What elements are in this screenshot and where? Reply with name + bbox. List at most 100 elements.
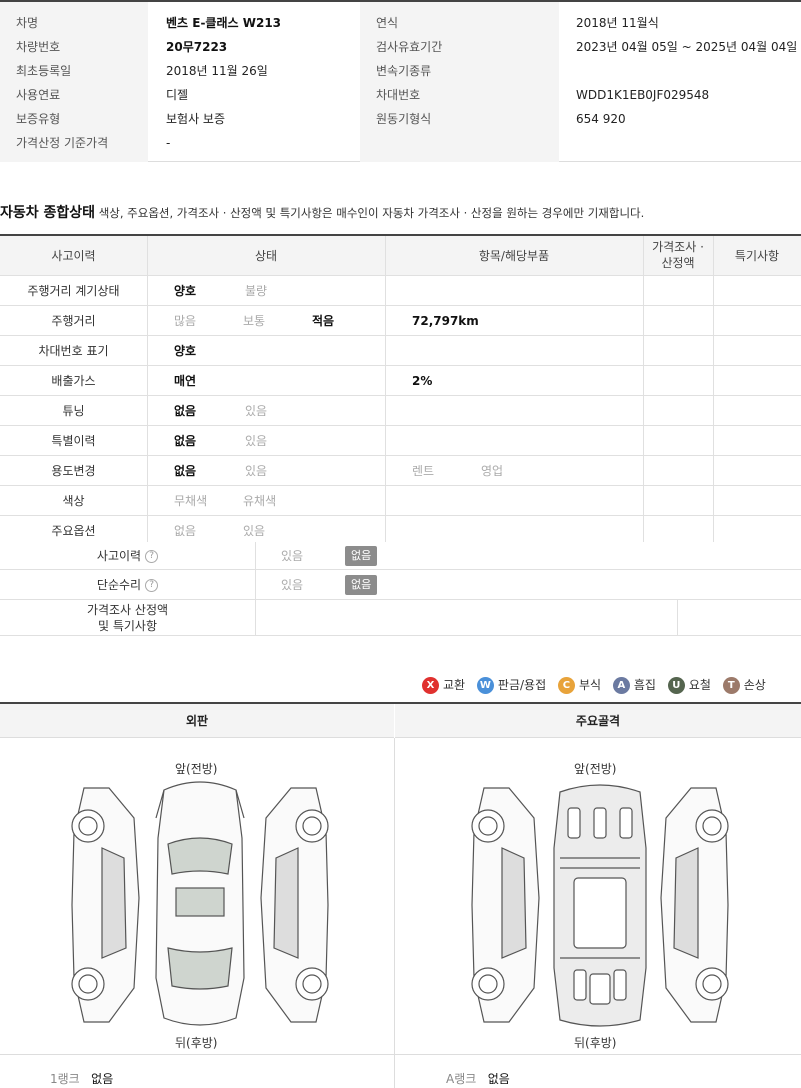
legend-scratch: A 흠집 [612,676,656,694]
opt-smoke: 매연 [174,374,197,388]
rank-divider [0,1054,801,1055]
info-label-engine: 원동기형식 [376,112,432,126]
legend-damage: T 손상 [722,676,766,694]
opt-present: 있음 [245,464,268,478]
frame-rear-label: 뒤(후방) [574,1036,617,1050]
legend-welding: W 판금/용접 [476,676,547,694]
accident-yes: 있음 [281,549,304,563]
opt-few: 적음 [312,314,335,328]
opt-none: 없음 [174,434,197,448]
legend-label: 흠집 [633,678,656,692]
row-label-odometer-state: 주행거리 계기상태 [27,284,120,298]
column-divider [385,236,386,542]
legend-label: 요철 [688,678,711,692]
opt-none: 없음 [174,404,197,418]
info-value-model: 벤츠 E-클래스 W213 [166,16,282,30]
column-divider [255,542,256,636]
column-divider [677,600,678,636]
exterior-rear-label: 뒤(후방) [175,1036,218,1050]
legend-label: 교환 [443,678,466,692]
repair-label-cell: 단순수리? [0,570,255,600]
row-label-vin-mark: 차대번호 표기 [38,344,109,358]
car-diagram-section: 외판 주요골격 앞(전방) 뒤(후방) 앞(전방) 뒤(후방) 1랭크 없음 A… [0,702,801,1088]
column-divider [643,236,644,542]
header-price-line1: 가격조사 · [652,240,704,254]
opt-present: 있음 [245,434,268,448]
exterior-rank-label: 1랭크 [50,1072,80,1086]
usage-business: 영업 [481,464,504,478]
frame-title: 주요골격 [395,704,801,738]
info-value-fuel: 디젤 [166,88,189,102]
info-label-transmission: 변속기종류 [376,64,432,78]
info-label-plate: 차량번호 [16,40,61,54]
legend-label: 판금/용접 [497,678,547,692]
info-value-inspection: 2023년 04월 05일 ~ 2025년 04월 04일 [576,40,798,54]
column-divider [147,236,148,542]
exterior-title: 외판 [0,704,394,738]
section-heading: 자동차 종합상태 색상, 주요옵션, 가격조사 · 산정액 및 특기사항은 매수… [0,202,801,222]
panel-divider [394,738,395,1088]
corrosion-icon: C [557,677,575,694]
dent-icon: U [667,677,685,694]
opt-good: 양호 [174,284,197,298]
row-label-tuning: 튜닝 [62,404,85,418]
info-value-first-reg: 2018년 11월 26일 [166,64,268,78]
info-label-fuel: 사용연료 [16,88,61,102]
frame-rank-value: 없음 [487,1072,510,1086]
exterior-car-diagram[interactable] [64,778,336,1032]
help-icon[interactable]: ? [145,579,159,592]
legend-corrosion: C 부식 [557,676,602,694]
exterior-front-label: 앞(전방) [175,762,218,776]
legend-dent: U 요철 [667,676,711,694]
welding-icon: W [476,677,494,694]
info-value-warranty: 보험사 보증 [166,112,226,126]
info-label-base-price: 가격산정 기준가격 [16,136,109,150]
info-label-first-reg: 최초등록일 [16,64,72,78]
header-special: 특기사항 [734,249,780,263]
frame-front-label: 앞(전방) [574,762,617,776]
legend-exchange: X 교환 [422,676,465,694]
row-label-mileage: 주행거리 [51,314,96,328]
opt-present: 있음 [245,404,268,418]
usage-rent: 렌트 [412,464,435,478]
header-state: 상태 [254,249,278,263]
info-label-vin: 차대번호 [376,88,421,102]
price-note-label: 가격조사 산정액 및 특기사항 [0,602,255,634]
section-title: 자동차 종합상태 [0,205,96,221]
repair-no-badge: 없음 [345,575,378,595]
repair-yes: 있음 [281,578,304,592]
price-note-line2: 및 특기사항 [97,619,157,633]
frame-car-diagram[interactable] [464,778,736,1032]
info-value-plate: 20무7223 [166,40,228,54]
info-value-base-price: - [166,136,171,150]
row-label-emission: 배출가스 [51,374,96,388]
exterior-rank: 1랭크 없음 [50,1070,113,1087]
damage-legend: X 교환 W 판금/용접 C 부식 A 흠집 U 요철 T 손상 [422,676,774,694]
legend-label: 부식 [578,678,602,692]
info-label-year: 연식 [376,16,399,30]
status-table: 사고이력 상태 항목/해당부품 가격조사 · 산정액 특기사항 주행거리 계기상… [0,234,801,636]
column-divider [713,236,714,542]
header-item: 항목/해당부품 [478,249,550,263]
opt-chromatic: 유채색 [243,494,277,508]
opt-normal: 보통 [243,314,266,328]
frame-rank: A랭크 없음 [446,1070,510,1087]
header-price: 가격조사 · 산정액 [643,239,713,271]
accident-label-cell: 사고이력? [0,542,255,570]
opt-many: 많음 [174,314,197,328]
row-label-usage-change: 용도변경 [51,464,96,478]
help-icon[interactable]: ? [145,550,159,563]
opt-good: 양호 [174,344,197,358]
row-label-special-history: 특별이력 [51,434,96,448]
row-label-color: 색상 [62,494,85,508]
section-note: 색상, 주요옵션, 가격조사 · 산정액 및 특기사항은 매수인이 자동차 가격… [98,206,645,220]
accident-label: 사고이력 [96,549,142,563]
accident-no-badge: 없음 [345,546,378,566]
vehicle-info-table: 차명 벤츠 E-클래스 W213 차량번호 20무7223 최초등록일 2018… [0,0,801,162]
legend-label: 손상 [743,678,766,692]
damage-icon: T [722,677,740,694]
opt-achromatic: 무채색 [174,494,208,508]
exterior-rank-value: 없음 [91,1072,114,1086]
opt-bad: 불량 [245,284,268,298]
emission-value: 2% [412,374,433,388]
